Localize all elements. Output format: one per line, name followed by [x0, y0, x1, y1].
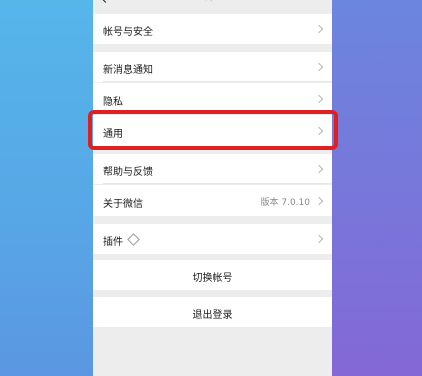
- diamond-icon: [127, 233, 140, 246]
- help-feedback-label: 帮助与反馈: [103, 167, 153, 178]
- background-left: [0, 0, 93, 376]
- logout-label: 退出登录: [192, 310, 233, 321]
- background-right: [332, 0, 422, 376]
- divider: [103, 81, 332, 82]
- chevron-right-icon: [314, 164, 324, 174]
- page-title: 设置: [93, 0, 332, 2]
- logout-button[interactable]: 退出登录: [93, 297, 332, 327]
- highlight-frame: [88, 110, 338, 150]
- about-wechat-label: 关于微信: [103, 199, 143, 210]
- chevron-right-icon: [314, 94, 324, 104]
- divider: [103, 183, 332, 184]
- chevron-right-icon: [314, 234, 324, 244]
- plugins-label: 插件: [103, 237, 123, 248]
- help-feedback-item[interactable]: 帮助与反馈: [93, 154, 332, 184]
- switch-account-button[interactable]: 切换帐号: [93, 260, 332, 290]
- chevron-right-icon: [314, 196, 324, 206]
- about-wechat-item[interactable]: 关于微信 版本 7.0.10: [93, 185, 332, 216]
- switch-account-label: 切换帐号: [192, 273, 233, 284]
- plugins-item[interactable]: 插件: [93, 224, 332, 254]
- new-message-notification-item[interactable]: 新消息通知: [93, 52, 332, 82]
- chevron-right-icon: [314, 62, 324, 72]
- account-security-label: 帐号与安全: [103, 27, 153, 38]
- top-bar: 设置: [93, 0, 332, 8]
- privacy-label: 隐私: [103, 97, 123, 108]
- account-security-item[interactable]: 帐号与安全: [93, 14, 332, 44]
- version-text: 版本 7.0.10: [260, 198, 311, 208]
- new-message-notification-label: 新消息通知: [103, 65, 153, 76]
- chevron-right-icon: [314, 24, 324, 34]
- settings-screen: 设置 帐号与安全 新消息通知 隐私 通用 帮助与反馈 关于微信 版本 7.0.1…: [93, 0, 332, 376]
